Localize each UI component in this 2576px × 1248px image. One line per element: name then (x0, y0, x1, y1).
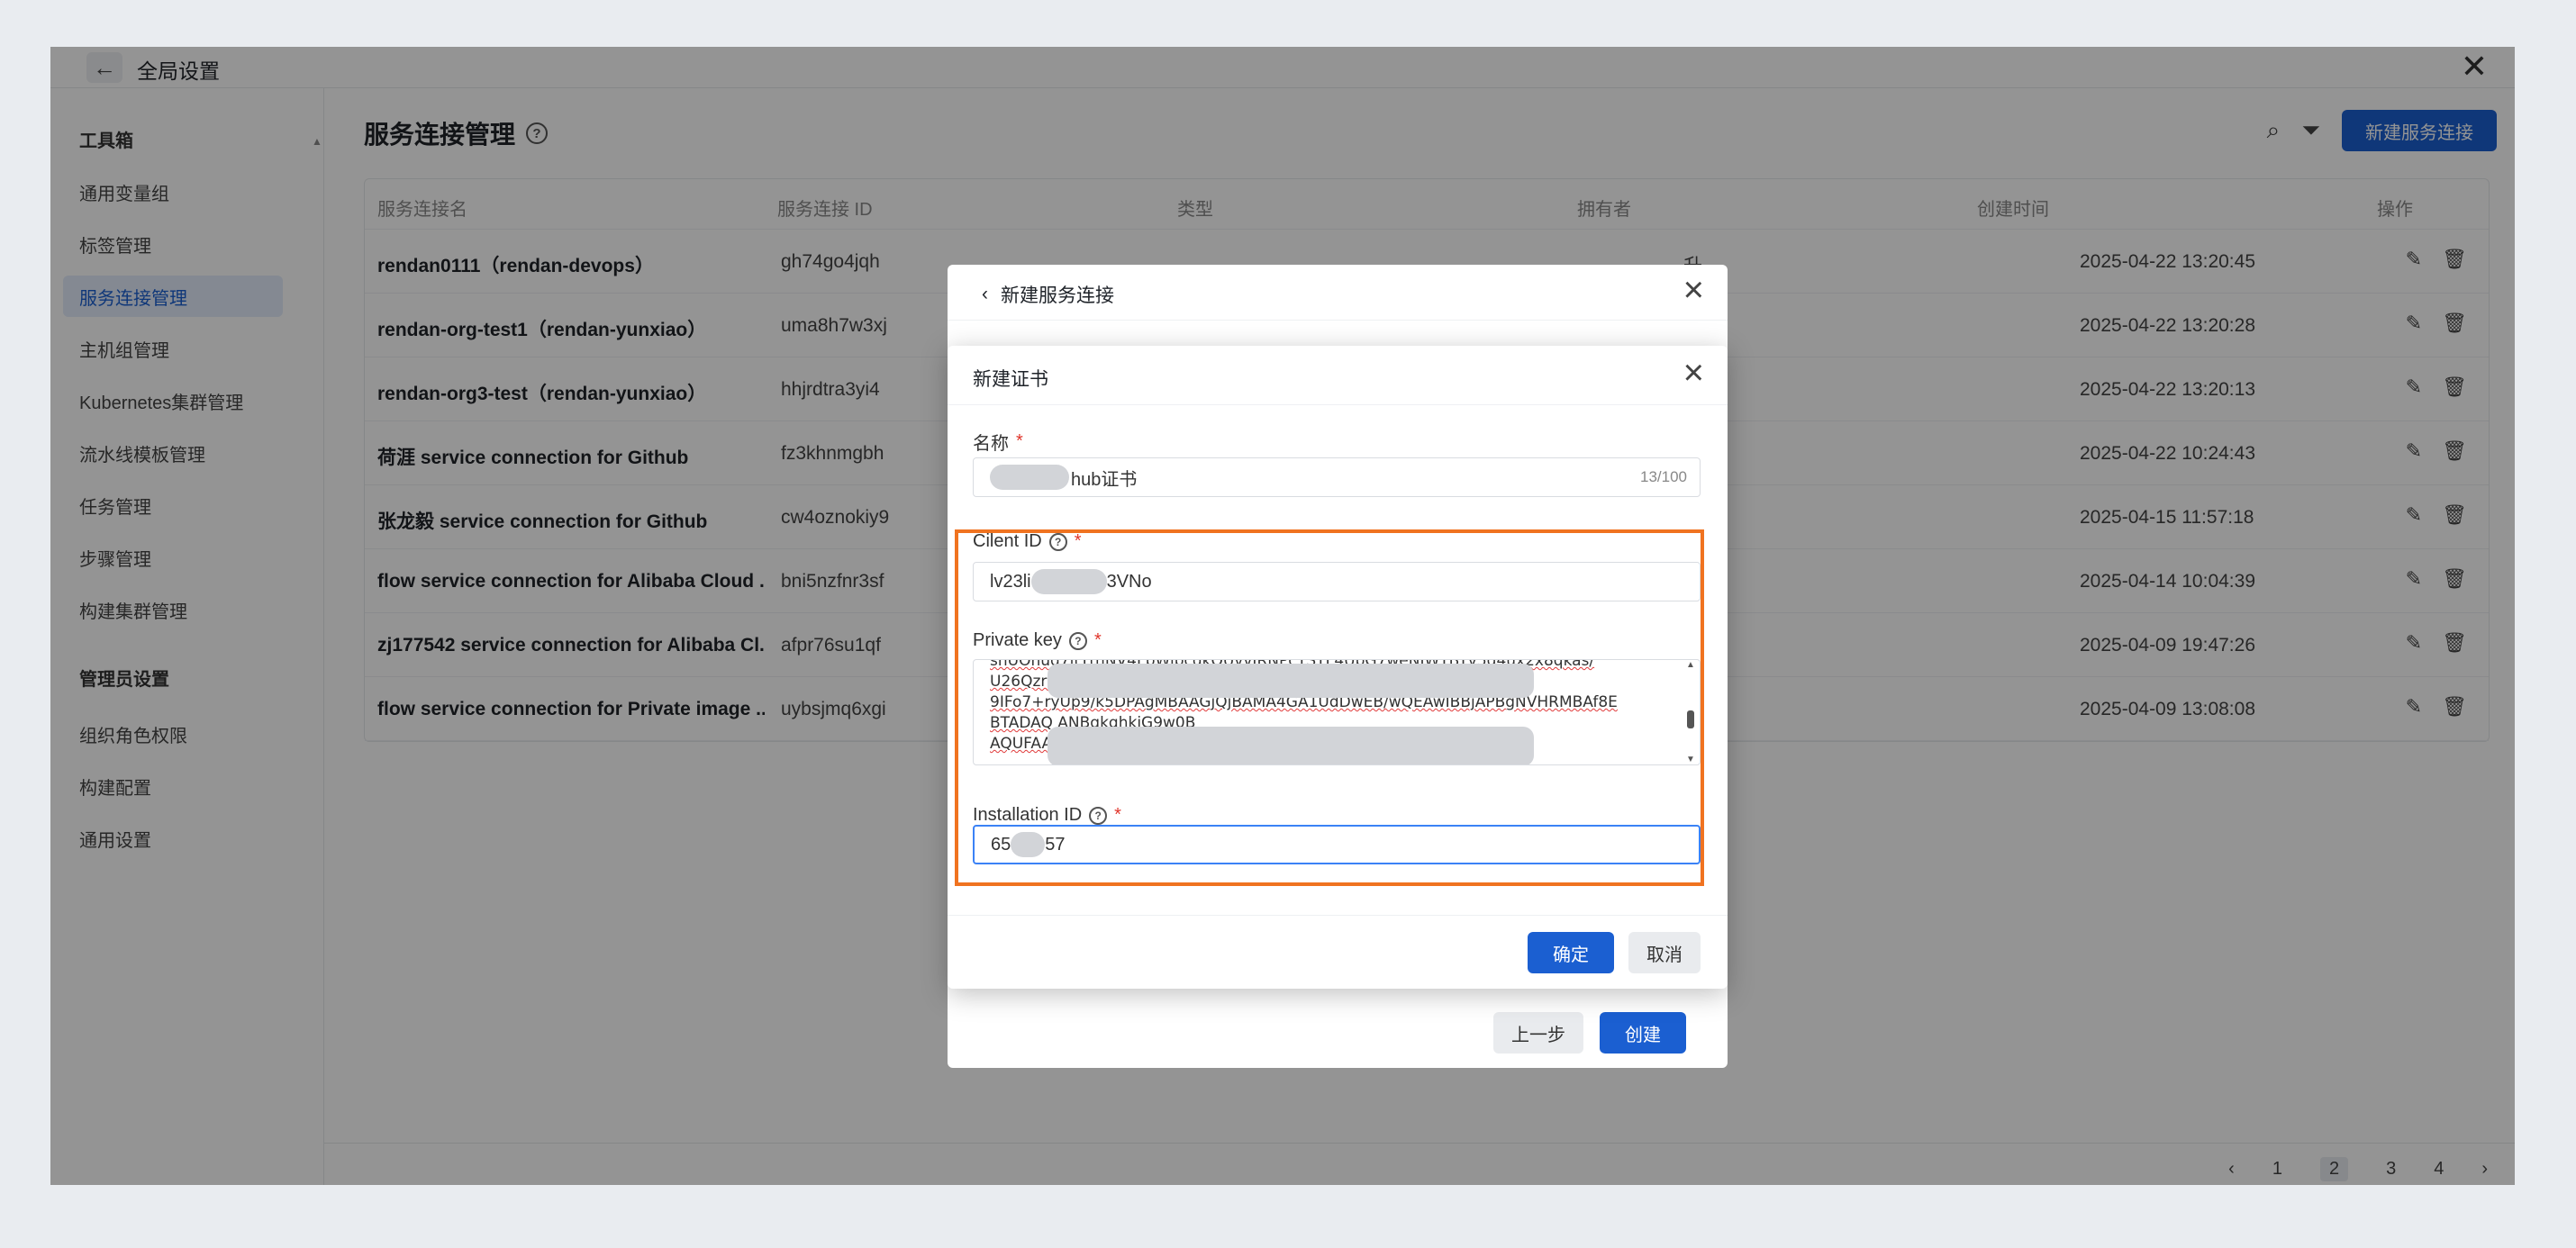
name-input[interactable]: hub证书 13/100 (973, 457, 1701, 497)
app-window: ← 全局设置 ✕ ▲ 工具箱 通用变量组 标签管理 服务连接管理 主机组管理 K… (50, 47, 2515, 1185)
modal-buttons: 确定 取消 (1528, 932, 1701, 973)
name-label-text: 名称 (973, 434, 1009, 454)
annotation-highlight-box (955, 529, 1704, 886)
modal-footer: 上一步 创建 (1493, 1012, 1686, 1054)
modal-title: 新建证书 (973, 369, 1048, 390)
close-icon[interactable]: × (1683, 272, 1704, 308)
modal-title: ‹ 新建服务连接 (982, 281, 1114, 308)
modal-footer: 确定 取消 (948, 915, 1728, 989)
previous-step-button[interactable]: 上一步 (1493, 1012, 1583, 1054)
cancel-button[interactable]: 取消 (1628, 932, 1701, 973)
redacted-text (990, 465, 1069, 490)
modal-header: ‹ 新建服务连接 × (948, 265, 1728, 321)
close-icon[interactable]: × (1683, 355, 1704, 391)
name-value: hub证书 (1071, 469, 1138, 490)
modal-header: 新建证书 × (948, 346, 1728, 405)
char-counter: 13/100 (1640, 468, 1687, 485)
new-certificate-modal: 新建证书 × 名称 * hub证书 13/100 Cilent ID ? * lv… (948, 346, 1728, 989)
confirm-button[interactable]: 确定 (1528, 932, 1614, 973)
name-label: 名称 * (973, 429, 1023, 455)
modal-title-text: 新建服务连接 (1001, 285, 1114, 306)
required-mark: * (1016, 431, 1023, 451)
create-button[interactable]: 创建 (1600, 1012, 1686, 1054)
chevron-left-icon[interactable]: ‹ (982, 284, 988, 305)
